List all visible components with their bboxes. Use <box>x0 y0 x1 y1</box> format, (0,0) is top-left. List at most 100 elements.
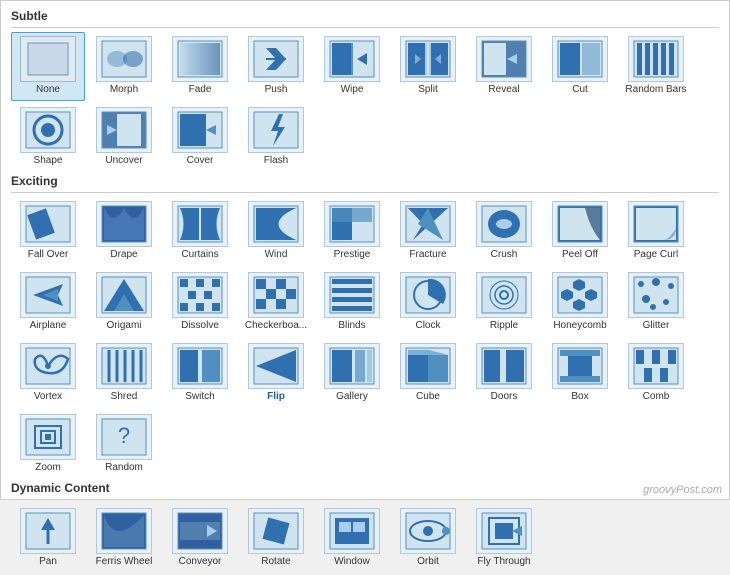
item-blinds[interactable]: Blinds <box>315 268 389 337</box>
main-container: Subtle None Morph <box>0 0 730 500</box>
item-checkerboard[interactable]: Checkerboa... <box>239 268 313 337</box>
icon-ferriswheel <box>96 508 152 554</box>
icon-rotate <box>248 508 304 554</box>
icon-conveyor <box>172 508 228 554</box>
icon-peeloff <box>552 201 608 247</box>
icon-random: ? <box>96 414 152 460</box>
watermark: groovyPost.com <box>643 484 722 496</box>
item-cover[interactable]: Cover <box>163 103 237 172</box>
item-wipe[interactable]: Wipe <box>315 32 389 101</box>
item-ripple[interactable]: Ripple <box>467 268 541 337</box>
icon-honeycomb <box>552 272 608 318</box>
item-drape[interactable]: Drape <box>87 197 161 266</box>
label-fallover: Fall Over <box>13 249 83 263</box>
icon-box <box>552 343 608 389</box>
item-ferriswheel[interactable]: Ferris Wheel <box>87 504 161 573</box>
icon-reveal <box>476 36 532 82</box>
label-glitter: Glitter <box>621 320 691 334</box>
item-shape[interactable]: Shape <box>11 103 85 172</box>
grid-subtle: None Morph Fade <box>11 32 719 172</box>
icon-wind <box>248 201 304 247</box>
label-fade: Fade <box>165 84 235 98</box>
label-split: Split <box>393 84 463 98</box>
icon-vortex <box>20 343 76 389</box>
item-dissolve[interactable]: Dissolve <box>163 268 237 337</box>
item-fallover[interactable]: Fall Over <box>11 197 85 266</box>
label-ferriswheel: Ferris Wheel <box>89 556 159 570</box>
item-cut[interactable]: Cut <box>543 32 617 101</box>
item-peeloff[interactable]: Peel Off <box>543 197 617 266</box>
item-wind[interactable]: Wind <box>239 197 313 266</box>
icon-flip <box>248 343 304 389</box>
icon-checkerboard <box>248 272 304 318</box>
label-comb: Comb <box>621 391 691 405</box>
item-shred[interactable]: Shred <box>87 339 161 408</box>
item-airplane[interactable]: Airplane <box>11 268 85 337</box>
item-flip[interactable]: Flip <box>239 339 313 408</box>
icon-fade <box>172 36 228 82</box>
item-glitter[interactable]: Glitter <box>619 268 693 337</box>
item-randombars[interactable]: Random Bars <box>619 32 693 101</box>
item-flash[interactable]: Flash <box>239 103 313 172</box>
label-fracture: Fracture <box>393 249 463 263</box>
item-doors[interactable]: Doors <box>467 339 541 408</box>
label-randombars: Random Bars <box>621 84 691 98</box>
label-rotate: Rotate <box>241 556 311 570</box>
item-cube[interactable]: Cube <box>391 339 465 408</box>
icon-clock <box>400 272 456 318</box>
item-crush[interactable]: Crush <box>467 197 541 266</box>
icon-split <box>400 36 456 82</box>
item-curtains[interactable]: Curtains <box>163 197 237 266</box>
icon-fracture <box>400 201 456 247</box>
item-pan[interactable]: Pan <box>11 504 85 573</box>
label-peeloff: Peel Off <box>545 249 615 263</box>
item-fracture[interactable]: Fracture <box>391 197 465 266</box>
item-honeycomb[interactable]: Honeycomb <box>543 268 617 337</box>
item-morph[interactable]: Morph <box>87 32 161 101</box>
label-curtains: Curtains <box>165 249 235 263</box>
grid-exciting: Fall Over Drape Curtains <box>11 197 719 479</box>
svg-text:?: ? <box>118 423 130 448</box>
item-none[interactable]: None <box>11 32 85 101</box>
item-prestige[interactable]: Prestige <box>315 197 389 266</box>
icon-orbit <box>400 508 456 554</box>
label-reveal: Reveal <box>469 84 539 98</box>
icon-flash <box>248 107 304 153</box>
item-zoom[interactable]: Zoom <box>11 410 85 479</box>
icon-airplane <box>20 272 76 318</box>
item-flythrough[interactable]: Fly Through <box>467 504 541 573</box>
item-box[interactable]: Box <box>543 339 617 408</box>
label-orbit: Orbit <box>393 556 463 570</box>
item-gallery[interactable]: Gallery <box>315 339 389 408</box>
item-reveal[interactable]: Reveal <box>467 32 541 101</box>
section-subtle: Subtle None Morph <box>11 9 719 174</box>
item-fade[interactable]: Fade <box>163 32 237 101</box>
section-exciting: Exciting Fall Over Drape <box>11 174 719 481</box>
icon-doors <box>476 343 532 389</box>
label-zoom: Zoom <box>13 462 83 476</box>
item-push[interactable]: Push <box>239 32 313 101</box>
item-vortex[interactable]: Vortex <box>11 339 85 408</box>
icon-cover <box>172 107 228 153</box>
item-orbit[interactable]: Orbit <box>391 504 465 573</box>
grid-dynamic: Pan Ferris Wheel Conveyor <box>11 504 719 573</box>
item-rotate[interactable]: Rotate <box>239 504 313 573</box>
icon-crush <box>476 201 532 247</box>
item-switch[interactable]: Switch <box>163 339 237 408</box>
item-origami[interactable]: Origami <box>87 268 161 337</box>
item-clock[interactable]: Clock <box>391 268 465 337</box>
label-conveyor: Conveyor <box>165 556 235 570</box>
label-push: Push <box>241 84 311 98</box>
label-vortex: Vortex <box>13 391 83 405</box>
item-split[interactable]: Split <box>391 32 465 101</box>
section-title-subtle: Subtle <box>11 9 719 23</box>
item-uncover[interactable]: Uncover <box>87 103 161 172</box>
item-comb[interactable]: Comb <box>619 339 693 408</box>
item-random[interactable]: ? Random <box>87 410 161 479</box>
label-switch: Switch <box>165 391 235 405</box>
item-window[interactable]: Window <box>315 504 389 573</box>
label-random: Random <box>89 462 159 476</box>
item-conveyor[interactable]: Conveyor <box>163 504 237 573</box>
item-pagecurl[interactable]: Page Curl <box>619 197 693 266</box>
icon-push <box>248 36 304 82</box>
